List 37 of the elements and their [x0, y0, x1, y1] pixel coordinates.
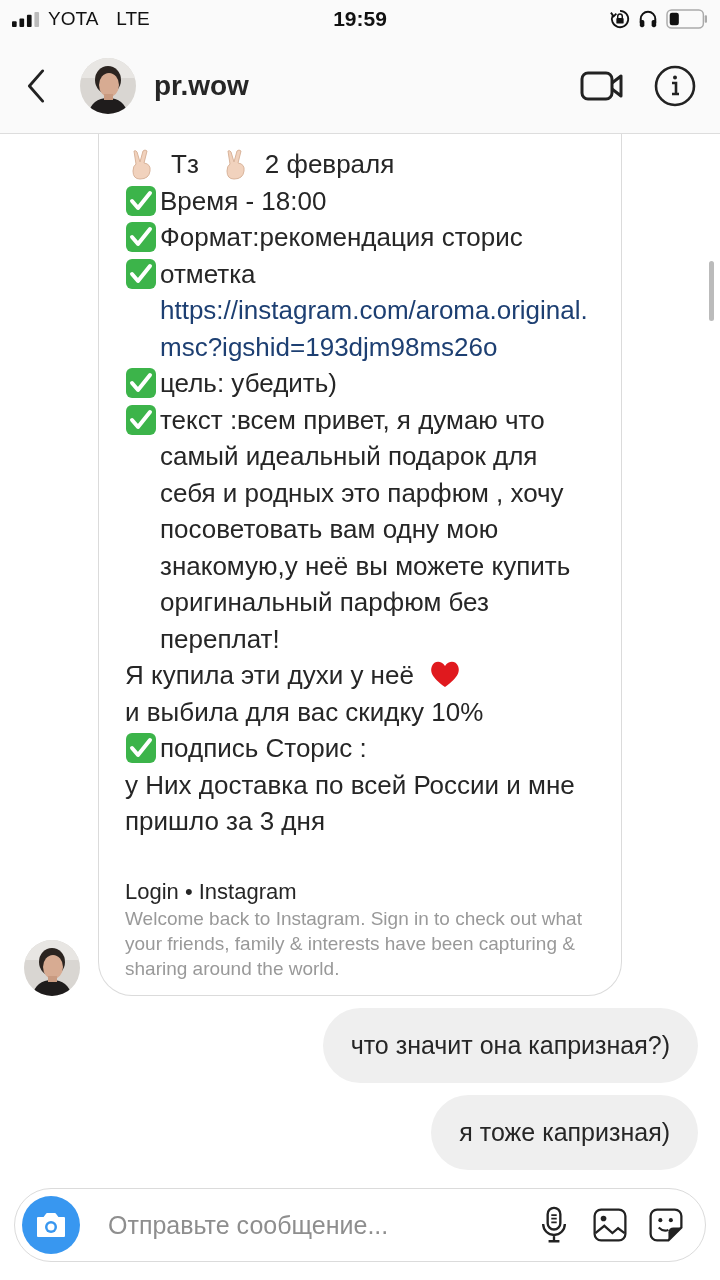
check-mark-icon: [125, 732, 157, 764]
rotation-lock-icon: [610, 9, 630, 29]
link-preview-description: Welcome back to Instagram. Sign in to check out what your friends, family & interests have been capturing & sharing around the world.: [125, 906, 583, 981]
message-text: у Них доставка по всей России и мне пришло за 3 дня: [125, 769, 575, 836]
sent-message: что значит она капризная?): [322, 1007, 698, 1083]
check-mark-icon: [125, 221, 157, 253]
message-text: Я купила эти духи у неё: [125, 660, 414, 690]
message-text: отметка: [160, 258, 256, 289]
message-text: Формат:рекомендация сторис: [160, 222, 523, 252]
message-text: текст :всем привет, я думаю что самый идеальный подарок для себя и родных это парфюм , хочу посоветовать вам одну мою знакомую,у неё вы можете купить оригинальный парфюм без переплат!: [160, 404, 571, 654]
link-preview-title[interactable]: Login • Instagram: [125, 877, 599, 906]
message-text: подпись Сторис :: [160, 733, 367, 763]
sent-message: я тоже капризная): [431, 1094, 698, 1170]
gallery-icon[interactable]: [593, 1206, 627, 1244]
link[interactable]: https://instagram.com/aroma.original.msc?igshid=193djm98ms26o: [160, 292, 599, 365]
camera-icon[interactable]: [22, 1196, 80, 1254]
headphones-icon: [638, 9, 658, 29]
message-text: и выбила для вас скидку 10%: [125, 696, 484, 727]
message-text: Время - 18:00: [160, 185, 327, 216]
network-type: LTE: [116, 8, 150, 30]
message-text: Тз: [171, 148, 199, 181]
check-mark-icon: [125, 184, 157, 217]
scroll-bar: [709, 261, 714, 321]
clock: 19:59: [333, 7, 387, 31]
sticker-icon[interactable]: [649, 1206, 683, 1244]
signal-icon: [12, 11, 40, 27]
check-mark-icon: [125, 367, 157, 399]
message-input[interactable]: Отправьте сообщение...: [106, 1209, 515, 1241]
carrier-name: YOTA: [48, 8, 99, 30]
info-icon[interactable]: [654, 64, 696, 107]
message-text: 2 февраля: [264, 148, 395, 181]
check-mark-icon: [125, 257, 157, 290]
back-icon[interactable]: [26, 68, 46, 103]
message-text: цель: убедить): [160, 368, 337, 398]
video-camera-icon[interactable]: [580, 69, 624, 102]
check-mark-icon: [125, 403, 157, 436]
battery-icon: [666, 9, 708, 29]
